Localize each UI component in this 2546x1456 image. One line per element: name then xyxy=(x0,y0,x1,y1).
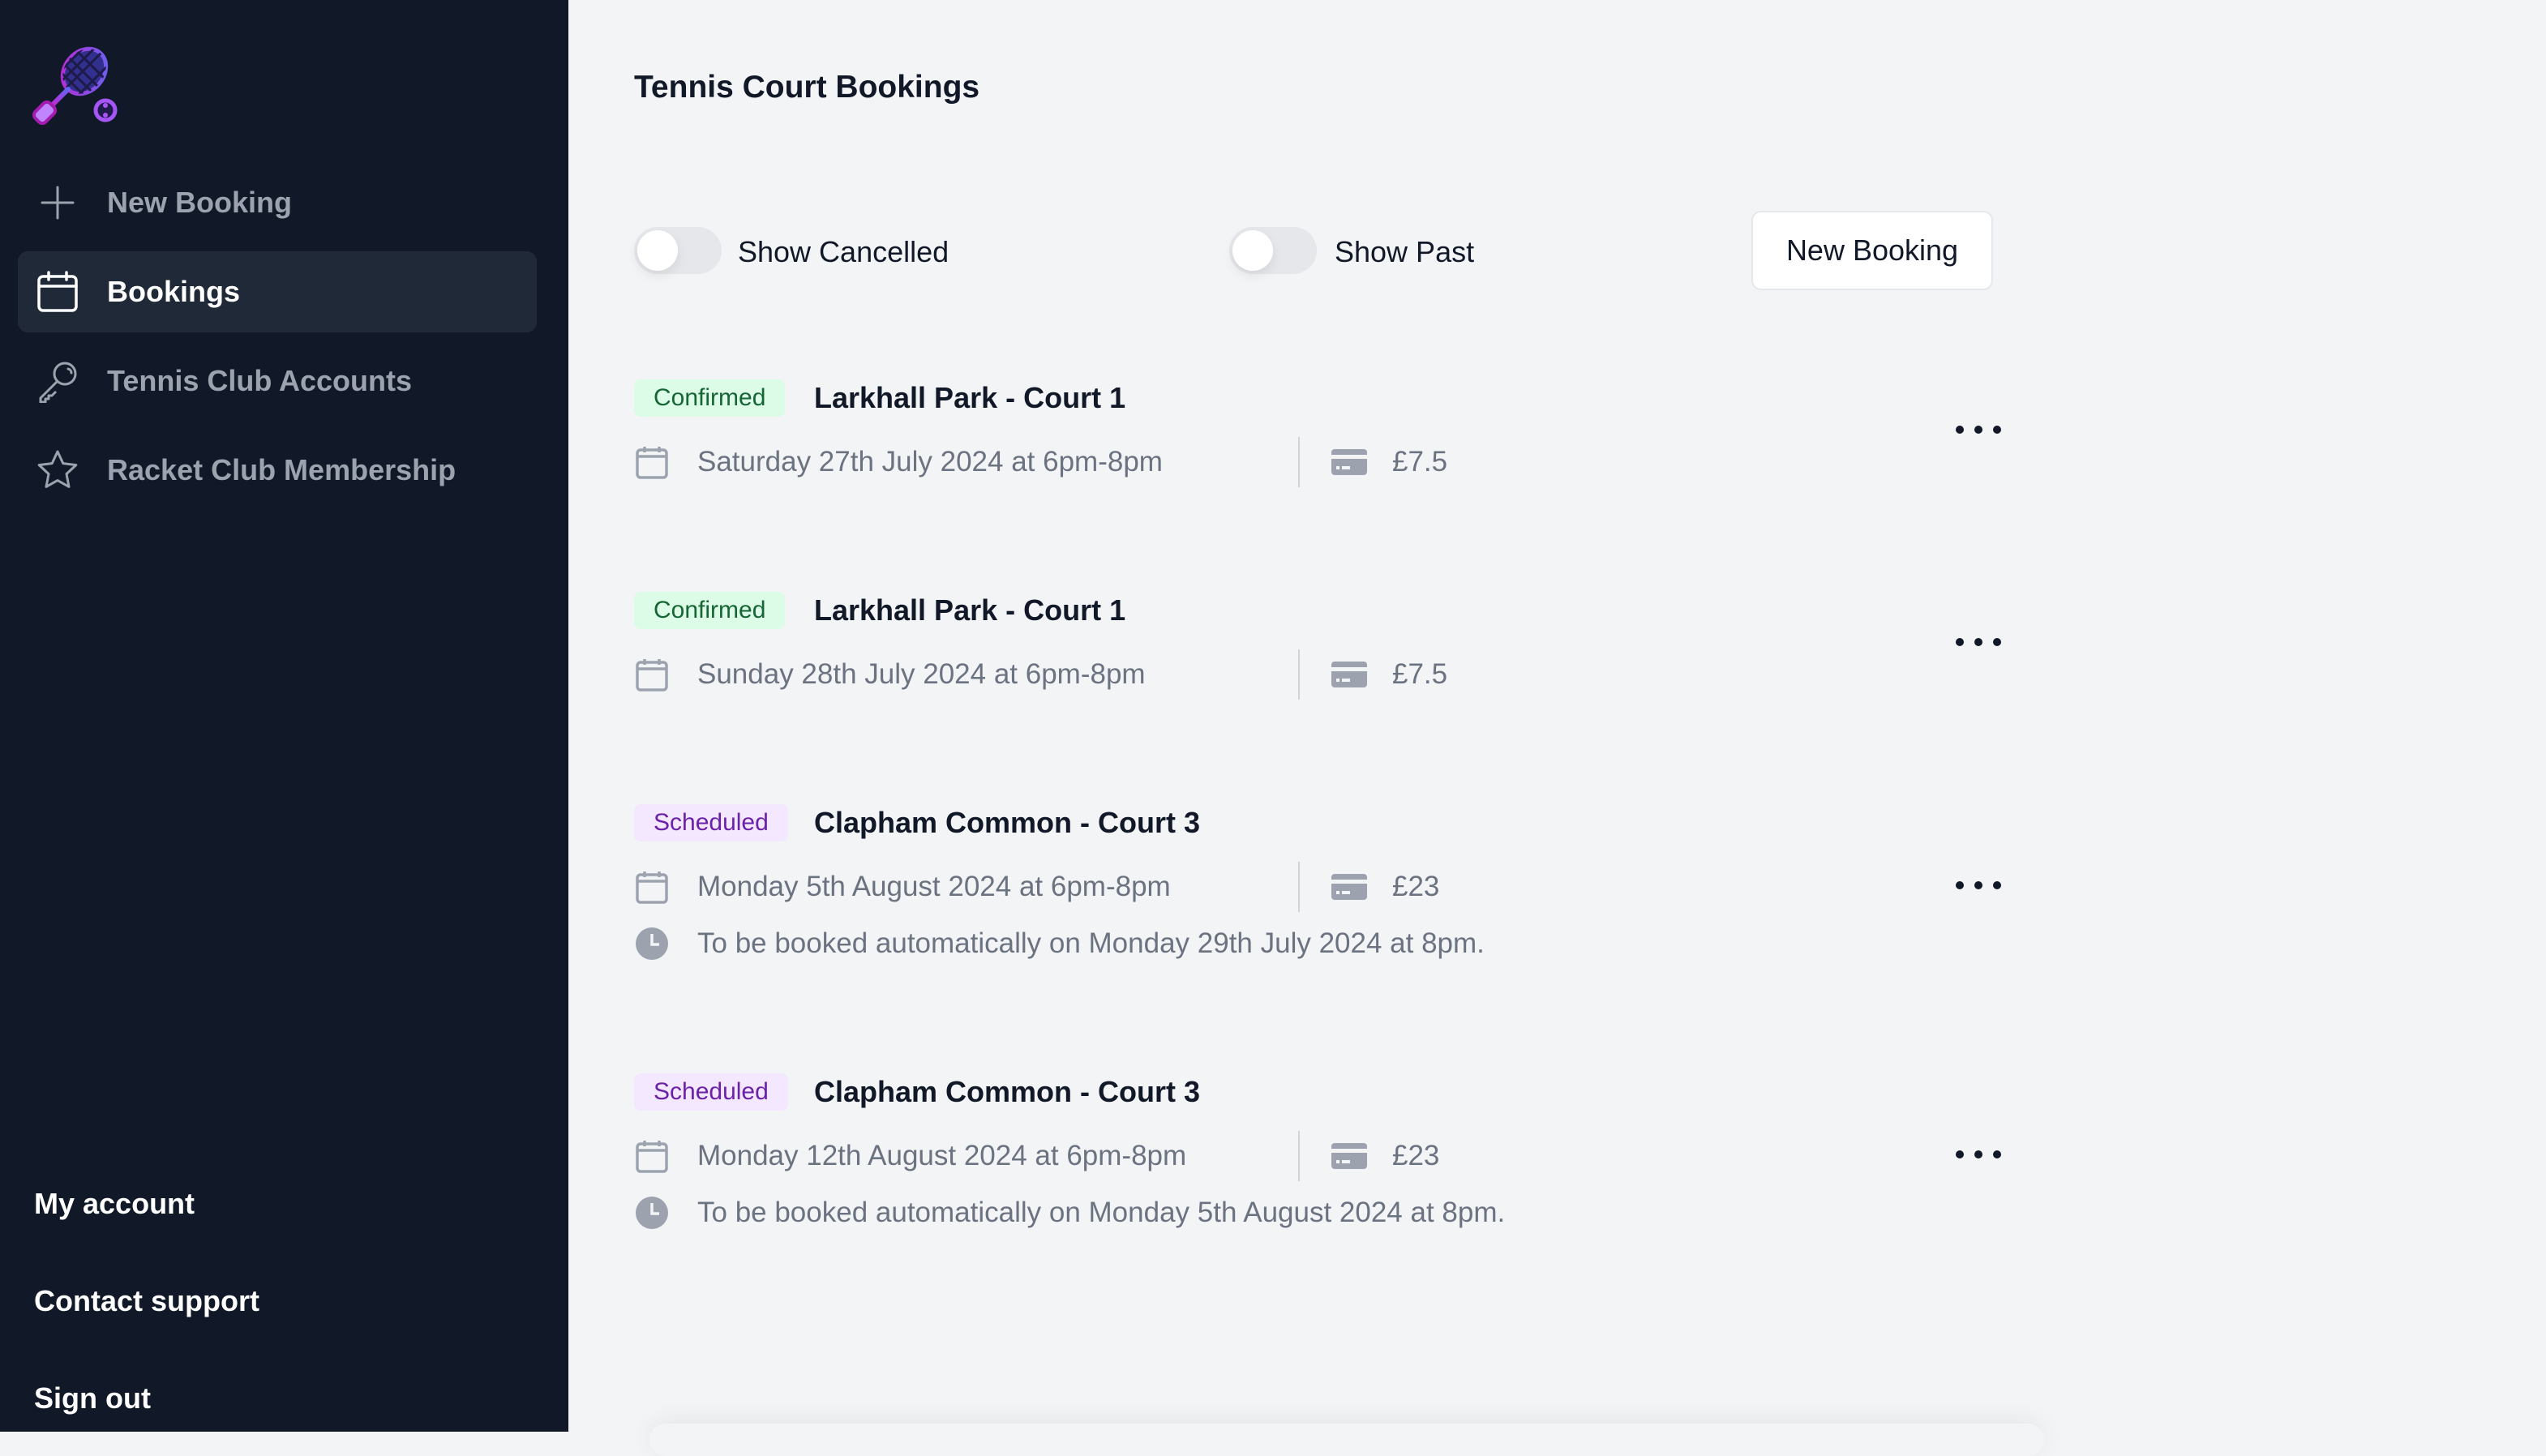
booking-price: £23 xyxy=(1392,1140,1440,1171)
date-row: Sunday 28th July 2024 at 6pm-8pm £7.5 xyxy=(634,649,1526,700)
status-badge: Scheduled xyxy=(634,1073,788,1111)
booking-price: £7.5 xyxy=(1392,658,1448,690)
auto-booking-row: To be booked automatically on Monday 29t… xyxy=(634,919,1769,968)
more-options-button[interactable] xyxy=(1956,869,2001,901)
new-booking-button[interactable]: New Booking xyxy=(1751,211,1993,290)
date-row: Monday 12th August 2024 at 6pm-8pm £23 xyxy=(634,1131,1526,1181)
date-row: Monday 5th August 2024 at 6pm-8pm £23 xyxy=(634,862,1526,912)
sidebar: New Booking Bookings Tennis Club Account… xyxy=(0,0,568,1432)
main-content: Tennis Court Bookings Show Cancelled Sho… xyxy=(568,0,2546,1456)
booking-price: £23 xyxy=(1392,871,1440,902)
star-icon xyxy=(36,448,79,492)
floating-panel-edge xyxy=(649,1424,2044,1456)
page-title: Tennis Court Bookings xyxy=(634,70,980,105)
auto-booking-note: To be booked automatically on Monday 5th… xyxy=(697,1197,1506,1228)
divider xyxy=(1298,1131,1300,1181)
credit-card-icon xyxy=(1330,658,1369,691)
auto-booking-note: To be booked automatically on Monday 29t… xyxy=(697,927,1485,959)
show-cancelled-label: Show Cancelled xyxy=(738,235,949,268)
status-badge: Confirmed xyxy=(634,592,786,629)
status-badge: Scheduled xyxy=(634,804,788,841)
calendar-icon xyxy=(634,1138,670,1174)
more-options-button[interactable] xyxy=(1956,626,2001,658)
clock-icon xyxy=(634,1195,670,1231)
calendar-icon xyxy=(634,869,670,905)
sidebar-item-tennis-club-accounts[interactable]: Tennis Club Accounts xyxy=(18,340,537,422)
sidebar-item-bookings[interactable]: Bookings xyxy=(18,251,537,332)
divider xyxy=(1298,649,1300,700)
sign-out-link[interactable]: Sign out xyxy=(34,1381,151,1415)
court-name: Clapham Common - Court 3 xyxy=(814,1075,1201,1108)
credit-card-icon xyxy=(1330,446,1369,478)
show-past-label: Show Past xyxy=(1335,235,1475,268)
court-name: Larkhall Park - Court 1 xyxy=(814,593,1126,627)
calendar-icon xyxy=(634,657,670,692)
sidebar-item-label: Tennis Club Accounts xyxy=(107,364,413,397)
tennis-racket-logo[interactable] xyxy=(31,39,120,126)
toggle-knob xyxy=(1232,230,1273,271)
toggle-knob xyxy=(637,230,678,271)
booking-date: Sunday 28th July 2024 at 6pm-8pm xyxy=(697,658,1146,690)
date-row: Saturday 27th July 2024 at 6pm-8pm £7.5 xyxy=(634,437,1526,487)
show-past-toggle[interactable] xyxy=(1229,227,1317,274)
my-account-link[interactable]: My account xyxy=(34,1187,195,1221)
more-options-button[interactable] xyxy=(1956,1138,2001,1171)
booking-date: Saturday 27th July 2024 at 6pm-8pm xyxy=(697,446,1163,477)
divider xyxy=(1298,862,1300,912)
sidebar-item-label: Bookings xyxy=(107,275,241,308)
sidebar-item-racket-club-membership[interactable]: Racket Club Membership xyxy=(18,430,537,511)
key-icon xyxy=(36,359,79,403)
sidebar-item-new-booking[interactable]: New Booking xyxy=(18,162,537,243)
sidebar-item-label: Racket Club Membership xyxy=(107,453,456,486)
sidebar-item-label: New Booking xyxy=(107,186,293,219)
calendar-icon xyxy=(634,444,670,480)
calendar-icon xyxy=(36,270,79,314)
booking-price: £7.5 xyxy=(1392,446,1448,477)
court-name: Clapham Common - Court 3 xyxy=(814,806,1201,839)
credit-card-icon xyxy=(1330,871,1369,903)
auto-booking-row: To be booked automatically on Monday 5th… xyxy=(634,1188,1769,1237)
contact-support-link[interactable]: Contact support xyxy=(34,1284,259,1318)
status-badge: Confirmed xyxy=(634,379,786,417)
booking-date: Monday 12th August 2024 at 6pm-8pm xyxy=(697,1140,1187,1171)
credit-card-icon xyxy=(1330,1140,1369,1172)
show-cancelled-toggle[interactable] xyxy=(634,227,722,274)
clock-icon xyxy=(634,926,670,961)
court-name: Larkhall Park - Court 1 xyxy=(814,381,1126,414)
plus-icon xyxy=(36,181,79,225)
more-options-button[interactable] xyxy=(1956,413,2001,446)
booking-date: Monday 5th August 2024 at 6pm-8pm xyxy=(697,871,1171,902)
divider xyxy=(1298,437,1300,487)
